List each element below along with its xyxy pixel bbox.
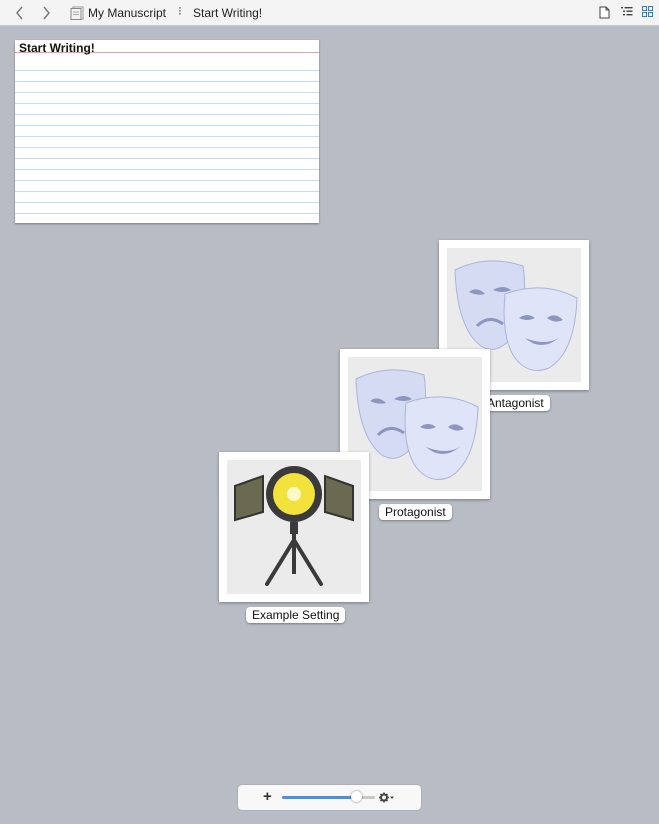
manuscript-icon [70, 6, 84, 20]
index-card[interactable]: Start Writing! [15, 40, 319, 223]
bottom-toolbar: + [238, 785, 421, 810]
example-setting-label[interactable]: Example Setting [246, 607, 346, 623]
card-ruled-lines [15, 60, 319, 223]
spotlight-icon [234, 466, 354, 586]
chevron-left-icon [16, 6, 23, 20]
header-bar: My Manuscript ⁝ Start Writing! [0, 0, 659, 26]
protagonist-label[interactable]: Protagonist [379, 504, 452, 520]
breadcrumb-manuscript[interactable]: My Manuscript [88, 6, 166, 20]
zoom-slider-fill [282, 796, 357, 799]
zoom-slider-knob[interactable] [350, 791, 362, 802]
single-document-icon[interactable] [599, 6, 610, 19]
example-setting-tile[interactable] [219, 452, 369, 602]
corkboard-icon[interactable] [642, 6, 653, 17]
chevron-right-icon [43, 6, 50, 20]
antagonist-label[interactable]: Antagonist [481, 395, 550, 411]
gear-icon[interactable] [379, 792, 395, 803]
outline-icon[interactable] [621, 6, 633, 18]
back-button[interactable] [12, 4, 28, 22]
breadcrumb-separator: ⁝ [178, 4, 182, 18]
breadcrumb-document[interactable]: Start Writing! [193, 6, 262, 20]
add-card-button[interactable]: + [263, 788, 272, 805]
card-title[interactable]: Start Writing! [19, 41, 95, 55]
forward-button[interactable] [38, 4, 54, 22]
tile-image-area [227, 460, 361, 594]
